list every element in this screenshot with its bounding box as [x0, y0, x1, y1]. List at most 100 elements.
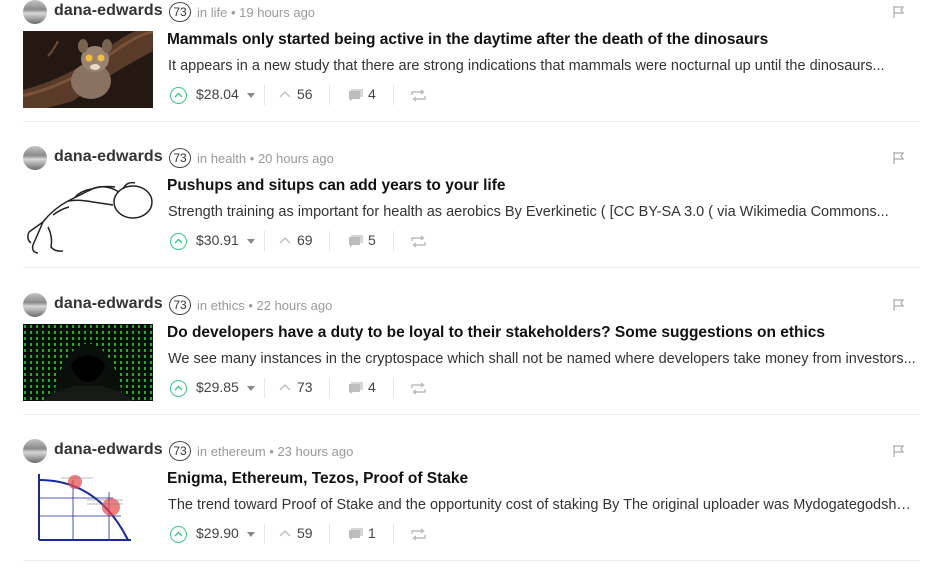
chevron-up-icon[interactable]: [279, 529, 291, 537]
upvote-button[interactable]: [170, 233, 187, 250]
divider: [393, 378, 394, 398]
timestamp[interactable]: 22 hours ago: [256, 298, 332, 313]
post-title-link[interactable]: Do developers have a duty to be loyal to…: [167, 324, 825, 342]
post-header: dana-edwards 73 in ethereum • 23 hours a…: [23, 439, 918, 465]
flag-icon[interactable]: [892, 298, 906, 312]
reputation-badge: 73: [169, 295, 191, 315]
post-actions: $30.91 69 5: [169, 231, 469, 251]
timestamp[interactable]: 23 hours ago: [277, 444, 353, 459]
reblog-icon[interactable]: [411, 382, 426, 395]
post-divider: [23, 267, 920, 268]
post-thumbnail[interactable]: [23, 324, 153, 401]
post-item: dana-edwards 73 in life • 19 hours ago M…: [0, 0, 938, 146]
avatar[interactable]: [23, 146, 47, 170]
comment-count[interactable]: 5: [368, 232, 376, 248]
comment-icon[interactable]: [348, 234, 364, 248]
post-header: dana-edwards 73 in ethics • 22 hours ago: [23, 293, 918, 319]
caret-down-icon[interactable]: [247, 239, 255, 244]
vote-count[interactable]: 73: [297, 379, 313, 395]
post-thumbnail[interactable]: [23, 177, 153, 254]
comment-count[interactable]: 1: [368, 525, 376, 541]
chevron-up-icon: [174, 531, 183, 537]
divider: [329, 378, 330, 398]
post-actions: $29.85 73 4: [169, 378, 469, 398]
avatar[interactable]: [23, 439, 47, 463]
category-link[interactable]: in life: [197, 5, 227, 20]
comment-icon[interactable]: [348, 527, 364, 541]
post-actions: $28.04 56 4: [169, 85, 469, 105]
payout-value[interactable]: $28.04: [196, 86, 239, 102]
reblog-icon[interactable]: [411, 235, 426, 248]
vote-count[interactable]: 59: [297, 525, 313, 541]
post-title-link[interactable]: Enigma, Ethereum, Tezos, Proof of Stake: [167, 470, 468, 488]
chevron-up-icon[interactable]: [279, 236, 291, 244]
hooded-hacker-image: [23, 324, 153, 401]
upvote-button[interactable]: [170, 380, 187, 397]
caret-down-icon[interactable]: [247, 532, 255, 537]
divider: [264, 524, 265, 544]
flag-icon[interactable]: [892, 151, 906, 165]
post-item: dana-edwards 73 in ethereum • 23 hours a…: [0, 439, 938, 585]
payout-value[interactable]: $29.90: [196, 525, 239, 541]
post-divider: [23, 414, 920, 415]
post-title-link[interactable]: Mammals only started being active in the…: [167, 31, 768, 49]
divider: [329, 85, 330, 105]
author-link[interactable]: dana-edwards: [54, 2, 163, 20]
post-header: dana-edwards 73 in life • 19 hours ago: [23, 0, 918, 26]
post-summary[interactable]: It appears in a new study that there are…: [168, 58, 918, 74]
timestamp[interactable]: 20 hours ago: [258, 151, 334, 166]
avatar[interactable]: [23, 293, 47, 317]
timestamp[interactable]: 19 hours ago: [239, 5, 315, 20]
comment-count[interactable]: 4: [368, 379, 376, 395]
post-meta: in ethereum • 23 hours ago: [197, 444, 354, 459]
post-item: dana-edwards 73 in health • 20 hours ago…: [0, 146, 938, 292]
post-actions: $29.90 59 1: [169, 524, 469, 544]
post-summary[interactable]: Strength training as important for healt…: [168, 204, 918, 220]
category-link[interactable]: in ethics: [197, 298, 245, 313]
divider: [264, 378, 265, 398]
chevron-up-icon: [174, 385, 183, 391]
vote-count[interactable]: 69: [297, 232, 313, 248]
chevron-up-icon: [174, 92, 183, 98]
post-summary[interactable]: We see many instances in the cryptospace…: [168, 351, 918, 367]
author-link[interactable]: dana-edwards: [54, 295, 163, 313]
category-link[interactable]: in health: [197, 151, 246, 166]
upvote-button[interactable]: [170, 526, 187, 543]
post-thumbnail[interactable]: [23, 470, 153, 547]
reblog-icon[interactable]: [411, 89, 426, 102]
reblog-icon[interactable]: [411, 528, 426, 541]
post-divider: [23, 121, 920, 122]
post-summary[interactable]: The trend toward Proof of Stake and the …: [168, 497, 918, 513]
flag-icon[interactable]: [892, 5, 906, 19]
divider: [264, 85, 265, 105]
caret-down-icon[interactable]: [247, 93, 255, 98]
divider: [329, 231, 330, 251]
avatar[interactable]: [23, 0, 47, 24]
category-link[interactable]: in ethereum: [197, 444, 266, 459]
flag-icon[interactable]: [892, 444, 906, 458]
comment-count[interactable]: 4: [368, 86, 376, 102]
pushup-sketch: [23, 177, 153, 254]
post-meta: in ethics • 22 hours ago: [197, 298, 333, 313]
vote-count[interactable]: 56: [297, 86, 313, 102]
post-thumbnail[interactable]: [23, 31, 153, 108]
divider: [393, 524, 394, 544]
bushbaby-photo: [23, 31, 153, 108]
upvote-button[interactable]: [170, 87, 187, 104]
reputation-badge: 73: [169, 2, 191, 22]
ppf-graph-image: [23, 470, 153, 547]
author-link[interactable]: dana-edwards: [54, 148, 163, 166]
comment-icon[interactable]: [348, 88, 364, 102]
reputation-badge: 73: [169, 148, 191, 168]
payout-value[interactable]: $30.91: [196, 232, 239, 248]
post-meta: in health • 20 hours ago: [197, 151, 334, 166]
divider: [264, 231, 265, 251]
caret-down-icon[interactable]: [247, 386, 255, 391]
payout-value[interactable]: $29.85: [196, 379, 239, 395]
chevron-up-icon[interactable]: [279, 90, 291, 98]
chevron-up-icon[interactable]: [279, 383, 291, 391]
comment-icon[interactable]: [348, 381, 364, 395]
post-title-link[interactable]: Pushups and situps can add years to your…: [167, 177, 506, 195]
author-link[interactable]: dana-edwards: [54, 441, 163, 459]
divider: [393, 231, 394, 251]
